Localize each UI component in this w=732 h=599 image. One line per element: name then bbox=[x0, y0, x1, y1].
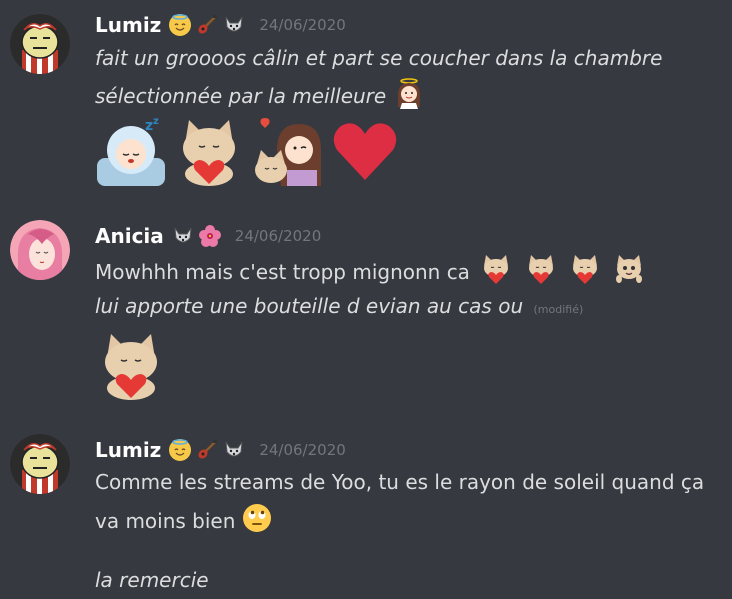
emote-row bbox=[95, 328, 167, 404]
svg-text:z: z bbox=[153, 116, 159, 127]
rolling-eyes-icon bbox=[242, 503, 272, 542]
message-text: sélectionnée par la meilleure bbox=[95, 84, 387, 108]
innocent-icon bbox=[169, 14, 192, 36]
message-text-line: Mowhhh mais c'est tropp mignonn ca bbox=[95, 253, 645, 294]
cat-smile-emote bbox=[613, 253, 645, 294]
cat-heart-emote bbox=[173, 114, 245, 190]
message-header: Lumiz 24/06/2020 bbox=[95, 437, 346, 463]
message-text: lui apporte une bouteille d evian au cas… bbox=[95, 294, 524, 318]
username[interactable]: Lumiz bbox=[95, 13, 161, 37]
wolf-icon bbox=[172, 225, 194, 247]
cat-heart-emote bbox=[525, 253, 557, 294]
message-text-line: va moins bien bbox=[95, 503, 272, 542]
message-header: Anicia 24/06/2020 bbox=[95, 223, 321, 249]
girl-cat-hug-emote bbox=[251, 114, 323, 190]
message-text: Mowhhh mais c'est tropp mignonn ca bbox=[95, 260, 470, 284]
sleeping-baby-emote: zz bbox=[95, 114, 167, 190]
cat-heart-emote bbox=[95, 328, 167, 404]
angel-girl-emote bbox=[393, 77, 425, 118]
message-text-line: lui apporte une bouteille d evian au cas… bbox=[95, 291, 583, 325]
emote-row: zz bbox=[95, 114, 401, 190]
innocent-icon bbox=[169, 439, 192, 461]
message-header: Lumiz 24/06/2020 bbox=[95, 12, 346, 38]
cat-heart-emote bbox=[480, 253, 512, 294]
message-text-line: sélectionnée par la meilleure bbox=[95, 77, 425, 118]
guitar-icon bbox=[196, 14, 218, 36]
message-text: fait un groooos câlin et part se coucher… bbox=[95, 46, 663, 70]
avatar[interactable] bbox=[10, 434, 70, 494]
cat-heart-emote bbox=[569, 253, 601, 294]
message-text: la remercie bbox=[95, 568, 209, 592]
timestamp: 24/06/2020 bbox=[259, 441, 346, 459]
edited-label: (modifié) bbox=[533, 303, 584, 316]
message-text: va moins bien bbox=[95, 509, 236, 533]
timestamp: 24/06/2020 bbox=[234, 227, 322, 245]
svg-text:z: z bbox=[145, 118, 153, 134]
wolf-icon bbox=[223, 439, 245, 461]
red-heart-icon bbox=[329, 114, 401, 190]
timestamp: 24/06/2020 bbox=[259, 16, 346, 34]
username[interactable]: Lumiz bbox=[95, 438, 161, 462]
guitar-icon bbox=[196, 439, 218, 461]
avatar[interactable] bbox=[10, 14, 70, 74]
avatar[interactable] bbox=[10, 220, 70, 280]
username[interactable]: Anicia bbox=[95, 224, 164, 248]
wolf-icon bbox=[223, 14, 245, 36]
message-text: Comme les streams de Yoo, tu es le rayon… bbox=[95, 470, 705, 494]
hibiscus-icon bbox=[198, 225, 221, 247]
